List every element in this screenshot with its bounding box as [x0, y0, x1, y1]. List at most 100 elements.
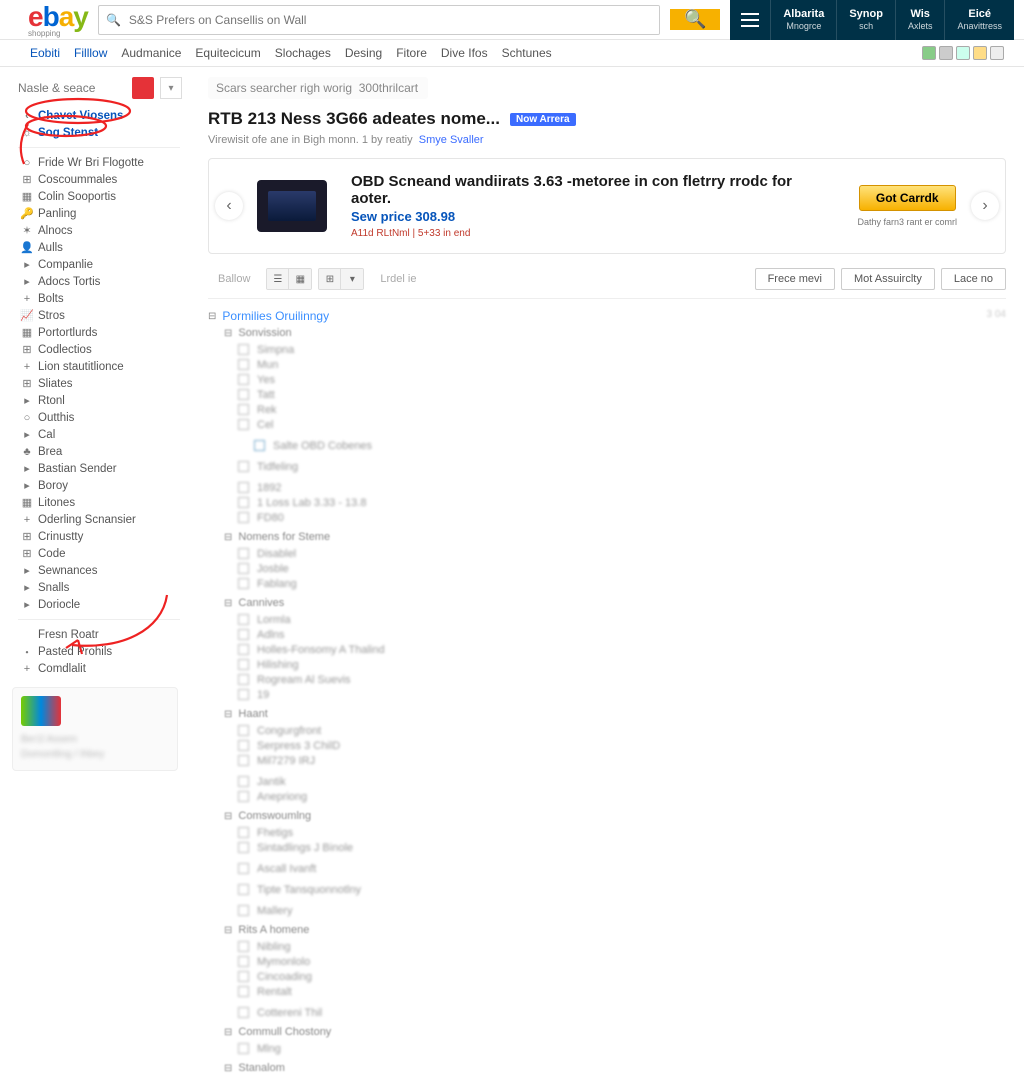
- search-input[interactable]: [129, 6, 660, 34]
- facet-heading[interactable]: ⊟ Pormilies Oruilinngy: [208, 309, 987, 323]
- facet-item[interactable]: Adlns: [238, 627, 1006, 642]
- sidebar-item[interactable]: ☼Sog Stenst: [8, 124, 190, 141]
- checkbox-icon[interactable]: [238, 863, 249, 874]
- nav-item[interactable]: Dive Ifos: [441, 46, 488, 60]
- chip-icon[interactable]: [922, 46, 936, 60]
- facet-item[interactable]: Mlng: [238, 1041, 1006, 1056]
- checkbox-icon[interactable]: [238, 512, 249, 523]
- facet-item[interactable]: Mymonlolo: [238, 954, 1006, 969]
- facet-item[interactable]: Disablel: [238, 546, 1006, 561]
- facet-item[interactable]: Rogream Al Suevis: [238, 672, 1006, 687]
- facet-item[interactable]: Rentalt: [238, 984, 1006, 999]
- facet-item[interactable]: Rek: [238, 402, 1006, 417]
- checkbox-icon[interactable]: [238, 614, 249, 625]
- facet-item[interactable]: Ascall Ivanft: [238, 861, 1006, 876]
- facet-subheading[interactable]: ⊟ Cannives: [224, 597, 1006, 609]
- facet-subheading[interactable]: ⊟ Haant: [224, 708, 1006, 720]
- sidebar-action-button[interactable]: [132, 77, 154, 99]
- sidebar-item[interactable]: 🔑Panling: [8, 205, 190, 222]
- checkbox-icon[interactable]: [238, 374, 249, 385]
- facet-subheading[interactable]: ⊟ Sonvission: [224, 327, 1006, 339]
- checkbox-icon[interactable]: [238, 497, 249, 508]
- facet-item[interactable]: Cincoading: [238, 969, 1006, 984]
- checkbox-icon[interactable]: [238, 674, 249, 685]
- checkbox-icon[interactable]: [238, 941, 249, 952]
- facet-item[interactable]: Tidfeling: [238, 459, 1006, 474]
- facet-item[interactable]: Nibling: [238, 939, 1006, 954]
- promo-cta-button[interactable]: Got Carrdk: [859, 185, 956, 211]
- carousel-next[interactable]: ›: [971, 192, 999, 220]
- sidebar-item[interactable]: ▸Snalls: [8, 579, 190, 596]
- facet-item[interactable]: Salte OBD Cobenes: [238, 438, 1006, 453]
- sidebar-item[interactable]: ⊞Code: [8, 545, 190, 562]
- sidebar-item[interactable]: +Bolts: [8, 290, 190, 307]
- checkbox-icon[interactable]: [238, 755, 249, 766]
- checkbox-icon[interactable]: [238, 689, 249, 700]
- checkbox-icon[interactable]: [238, 578, 249, 589]
- checkbox-icon[interactable]: [238, 344, 249, 355]
- search-button[interactable]: 🔍: [670, 9, 720, 30]
- checkbox-icon[interactable]: [238, 791, 249, 802]
- sidebar-item[interactable]: ▸Sewnances: [8, 562, 190, 579]
- sidebar-item[interactable]: ▸Adocs Tortis: [8, 273, 190, 290]
- nav-item[interactable]: Equitecicum: [195, 46, 260, 60]
- facet-item[interactable]: Fablang: [238, 576, 1006, 591]
- checkbox-icon[interactable]: [238, 419, 249, 430]
- sidebar-item[interactable]: ⊞Crinustty: [8, 528, 190, 545]
- facet-item[interactable]: 19: [238, 687, 1006, 702]
- chip-icon[interactable]: [990, 46, 1004, 60]
- checkbox-icon[interactable]: [238, 563, 249, 574]
- checkbox-icon[interactable]: [238, 404, 249, 415]
- view-grid-icon[interactable]: ▦: [289, 269, 311, 289]
- sidebar-item[interactable]: ▸Rtonl: [8, 392, 190, 409]
- checkbox-icon[interactable]: [238, 827, 249, 838]
- sidebar-item[interactable]: +Comdlalit: [8, 660, 190, 677]
- checkbox-icon[interactable]: [238, 971, 249, 982]
- sidebar-item[interactable]: ▸Bastian Sender: [8, 460, 190, 477]
- facet-item[interactable]: Mallery: [238, 903, 1006, 918]
- checkbox-icon[interactable]: [238, 1043, 249, 1054]
- sidebar-item[interactable]: +Lion stautitlionce: [8, 358, 190, 375]
- checkbox-icon[interactable]: [238, 389, 249, 400]
- facet-item[interactable]: Mun: [238, 357, 1006, 372]
- nav-item[interactable]: Desing: [345, 46, 382, 60]
- filter-button[interactable]: Lace no: [941, 268, 1006, 290]
- checkbox-icon[interactable]: [238, 884, 249, 895]
- sidebar-item[interactable]: 📈Stros: [8, 307, 190, 324]
- checkbox-icon[interactable]: [238, 548, 249, 559]
- checkbox-icon[interactable]: [238, 956, 249, 967]
- facet-item[interactable]: Yes: [238, 372, 1006, 387]
- sidebar-item[interactable]: 👤Aulls: [8, 239, 190, 256]
- facet-item[interactable]: Sintadlings J Binole: [238, 840, 1006, 855]
- checkbox-icon[interactable]: [238, 740, 249, 751]
- facet-item[interactable]: Anepriong: [238, 789, 1006, 804]
- sidebar-item[interactable]: ⊞Codlectios: [8, 341, 190, 358]
- checkbox-icon[interactable]: [238, 461, 249, 472]
- facet-subheading[interactable]: ⊟ Comswoumlng: [224, 810, 1006, 822]
- nav-item[interactable]: Schtunes: [502, 46, 552, 60]
- facet-item[interactable]: FD80: [238, 510, 1006, 525]
- sidebar-item[interactable]: ▦Portortlurds: [8, 324, 190, 341]
- facet-item[interactable]: Tatt: [238, 387, 1006, 402]
- facet-item[interactable]: Jantik: [238, 774, 1006, 789]
- chip-icon[interactable]: [939, 46, 953, 60]
- sidebar-dropdown-toggle[interactable]: ▾: [160, 77, 182, 99]
- facet-item[interactable]: Cel: [238, 417, 1006, 432]
- filter-button[interactable]: Mot Assuirclty: [841, 268, 935, 290]
- facet-subheading[interactable]: ⊟ Rits A homene: [224, 924, 1006, 936]
- header-link-0[interactable]: AlbaritaMnogrce: [770, 0, 836, 40]
- facet-subheading[interactable]: ⊟ Nomens for Steme: [224, 531, 1006, 543]
- sidebar-item[interactable]: ▦Colin Sooportis: [8, 188, 190, 205]
- chip-icon[interactable]: [973, 46, 987, 60]
- facet-item[interactable]: Josble: [238, 561, 1006, 576]
- facet-item[interactable]: Lormla: [238, 612, 1006, 627]
- checkbox-icon[interactable]: [238, 482, 249, 493]
- checkbox-icon[interactable]: [238, 1007, 249, 1018]
- view-list-icon[interactable]: ☰: [267, 269, 289, 289]
- nav-item[interactable]: Filllow: [74, 46, 107, 60]
- facet-item[interactable]: Fhetigs: [238, 825, 1006, 840]
- checkbox-icon[interactable]: [238, 986, 249, 997]
- checkbox-icon[interactable]: [238, 905, 249, 916]
- header-link-3[interactable]: EicéAnavittress: [944, 0, 1014, 40]
- checkbox-icon[interactable]: [238, 359, 249, 370]
